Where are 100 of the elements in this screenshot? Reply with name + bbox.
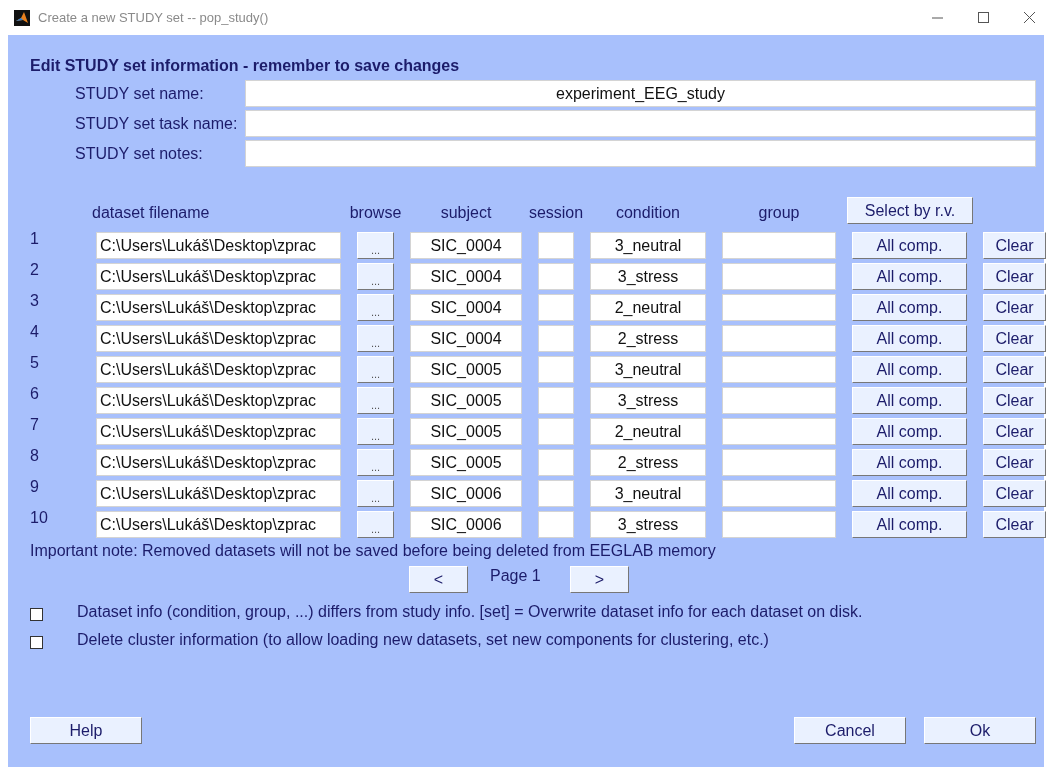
clear-button[interactable]: Clear xyxy=(983,511,1046,538)
all-components-button[interactable]: All comp. xyxy=(852,480,967,507)
browse-button[interactable]: ... xyxy=(357,232,394,259)
row-number: 3 xyxy=(30,292,40,310)
session-field[interactable] xyxy=(538,325,574,352)
session-field[interactable] xyxy=(538,418,574,445)
filename-field[interactable]: C:\Users\Lukáš\Desktop\zprac xyxy=(96,232,341,259)
group-field[interactable] xyxy=(722,480,836,507)
group-field[interactable] xyxy=(722,294,836,321)
browse-button[interactable]: ... xyxy=(357,418,394,445)
browse-button[interactable]: ... xyxy=(357,325,394,352)
all-components-button[interactable]: All comp. xyxy=(852,263,967,290)
next-page-button[interactable]: > xyxy=(570,566,629,593)
clear-button[interactable]: Clear xyxy=(983,263,1046,290)
input-field[interactable] xyxy=(245,140,1036,167)
clear-button[interactable]: Clear xyxy=(983,449,1046,476)
subject-field[interactable]: SIC_0005 xyxy=(410,418,522,445)
session-field[interactable] xyxy=(538,511,574,538)
condition-field[interactable]: 3_neutral xyxy=(590,232,706,259)
clear-button[interactable]: Clear xyxy=(983,232,1046,259)
condition-field[interactable]: 2_neutral xyxy=(590,418,706,445)
subject-field[interactable]: SIC_0006 xyxy=(410,511,522,538)
session-field[interactable] xyxy=(538,480,574,507)
filename-field[interactable]: C:\Users\Lukáš\Desktop\zprac xyxy=(96,511,341,538)
checkbox[interactable] xyxy=(30,608,43,621)
browse-button[interactable]: ... xyxy=(357,387,394,414)
all-components-button[interactable]: All comp. xyxy=(852,387,967,414)
session-field[interactable] xyxy=(538,449,574,476)
browse-button[interactable]: ... xyxy=(357,511,394,538)
subject-field[interactable]: SIC_0004 xyxy=(410,325,522,352)
subject-field[interactable]: SIC_0006 xyxy=(410,480,522,507)
row-number: 2 xyxy=(30,261,40,279)
filename-field[interactable]: C:\Users\Lukáš\Desktop\zprac xyxy=(96,263,341,290)
checkbox[interactable] xyxy=(30,636,43,649)
clear-button[interactable]: Clear xyxy=(983,418,1046,445)
condition-field[interactable]: 3_neutral xyxy=(590,480,706,507)
filename-field[interactable]: C:\Users\Lukáš\Desktop\zprac xyxy=(96,356,341,383)
filename-field[interactable]: C:\Users\Lukáš\Desktop\zprac xyxy=(96,294,341,321)
condition-field[interactable]: 3_neutral xyxy=(590,356,706,383)
group-field[interactable] xyxy=(722,232,836,259)
group-field[interactable] xyxy=(722,418,836,445)
row-number: 1 xyxy=(30,230,40,248)
subject-field[interactable]: SIC_0005 xyxy=(410,387,522,414)
select-by-rv-button[interactable]: Select by r.v. xyxy=(847,197,973,224)
all-components-button[interactable]: All comp. xyxy=(852,449,967,476)
clear-button[interactable]: Clear xyxy=(983,387,1046,414)
row-number: 10 xyxy=(30,509,49,527)
group-field[interactable] xyxy=(722,511,836,538)
condition-field[interactable]: 3_stress xyxy=(590,387,706,414)
all-components-button[interactable]: All comp. xyxy=(852,232,967,259)
filename-field[interactable]: C:\Users\Lukáš\Desktop\zprac xyxy=(96,480,341,507)
all-components-button[interactable]: All comp. xyxy=(852,511,967,538)
session-field[interactable] xyxy=(538,263,574,290)
group-field[interactable] xyxy=(722,356,836,383)
browse-button[interactable]: ... xyxy=(357,294,394,321)
condition-field[interactable]: 2_neutral xyxy=(590,294,706,321)
condition-field[interactable]: 2_stress xyxy=(590,325,706,352)
all-components-button[interactable]: All comp. xyxy=(852,418,967,445)
filename-field[interactable]: C:\Users\Lukáš\Desktop\zprac xyxy=(96,387,341,414)
browse-button[interactable]: ... xyxy=(357,356,394,383)
clear-button[interactable]: Clear xyxy=(983,480,1046,507)
input-field[interactable] xyxy=(245,110,1036,137)
subject-field[interactable]: SIC_0005 xyxy=(410,356,522,383)
browse-button[interactable]: ... xyxy=(357,480,394,507)
session-field[interactable] xyxy=(538,294,574,321)
clear-button[interactable]: Clear xyxy=(983,294,1046,321)
subject-field[interactable]: SIC_0004 xyxy=(410,232,522,259)
help-button[interactable]: Help xyxy=(30,717,142,744)
clear-button[interactable]: Clear xyxy=(983,356,1046,383)
column-header: condition xyxy=(615,203,680,222)
filename-field[interactable]: C:\Users\Lukáš\Desktop\zprac xyxy=(96,325,341,352)
condition-field[interactable]: 3_stress xyxy=(590,511,706,538)
group-field[interactable] xyxy=(722,263,836,290)
session-field[interactable] xyxy=(538,232,574,259)
browse-button[interactable]: ... xyxy=(357,263,394,290)
condition-field[interactable]: 3_stress xyxy=(590,263,706,290)
filename-field[interactable]: C:\Users\Lukáš\Desktop\zprac xyxy=(96,449,341,476)
group-field[interactable] xyxy=(722,325,836,352)
ok-button[interactable]: Ok xyxy=(924,717,1036,744)
group-field[interactable] xyxy=(722,449,836,476)
condition-field[interactable]: 2_stress xyxy=(590,449,706,476)
previous-page-button[interactable]: < xyxy=(409,566,468,593)
input-field[interactable]: experiment_EEG_study xyxy=(245,80,1036,107)
field-label: STUDY set task name: xyxy=(74,114,239,133)
row-number: 4 xyxy=(30,323,40,341)
filename-field[interactable]: C:\Users\Lukáš\Desktop\zprac xyxy=(96,418,341,445)
cancel-button[interactable]: Cancel xyxy=(794,717,906,744)
subject-field[interactable]: SIC_0004 xyxy=(410,294,522,321)
session-field[interactable] xyxy=(538,387,574,414)
session-field[interactable] xyxy=(538,356,574,383)
clear-button[interactable]: Clear xyxy=(983,325,1046,352)
all-components-button[interactable]: All comp. xyxy=(852,294,967,321)
subject-field[interactable]: SIC_0004 xyxy=(410,263,522,290)
column-header: group xyxy=(758,203,800,222)
all-components-button[interactable]: All comp. xyxy=(852,325,967,352)
column-header: session xyxy=(528,203,584,222)
subject-field[interactable]: SIC_0005 xyxy=(410,449,522,476)
browse-button[interactable]: ... xyxy=(357,449,394,476)
group-field[interactable] xyxy=(722,387,836,414)
all-components-button[interactable]: All comp. xyxy=(852,356,967,383)
